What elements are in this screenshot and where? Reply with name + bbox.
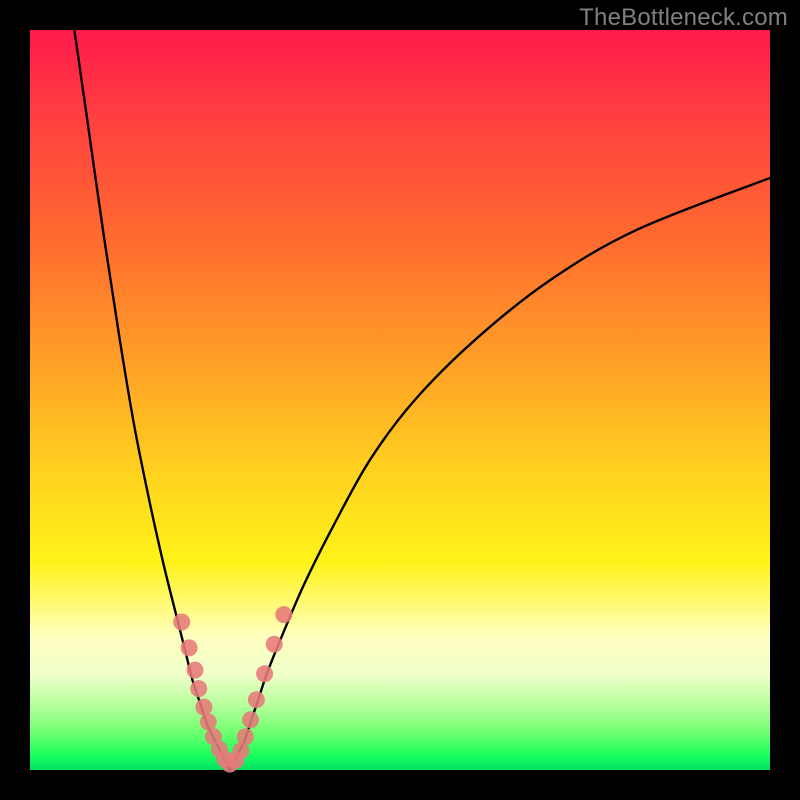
marker-point [266, 636, 283, 653]
marker-point [256, 665, 273, 682]
marker-point [275, 606, 292, 623]
marker-point [187, 662, 204, 679]
marker-point [242, 711, 259, 728]
marker-point [248, 691, 265, 708]
marker-point [237, 728, 254, 745]
marker-point [173, 614, 190, 631]
curve-right-branch [230, 178, 770, 770]
marker-point [195, 699, 212, 716]
marker-cluster [173, 606, 292, 773]
bottleneck-curve [74, 30, 770, 770]
marker-point [190, 680, 207, 697]
plot-area [30, 30, 770, 770]
chart-frame: TheBottleneck.com [0, 0, 800, 800]
watermark-text: TheBottleneck.com [579, 4, 788, 32]
marker-point [200, 713, 217, 730]
marker-point [181, 639, 198, 656]
curve-layer [30, 30, 770, 770]
curve-left-branch [74, 30, 229, 770]
